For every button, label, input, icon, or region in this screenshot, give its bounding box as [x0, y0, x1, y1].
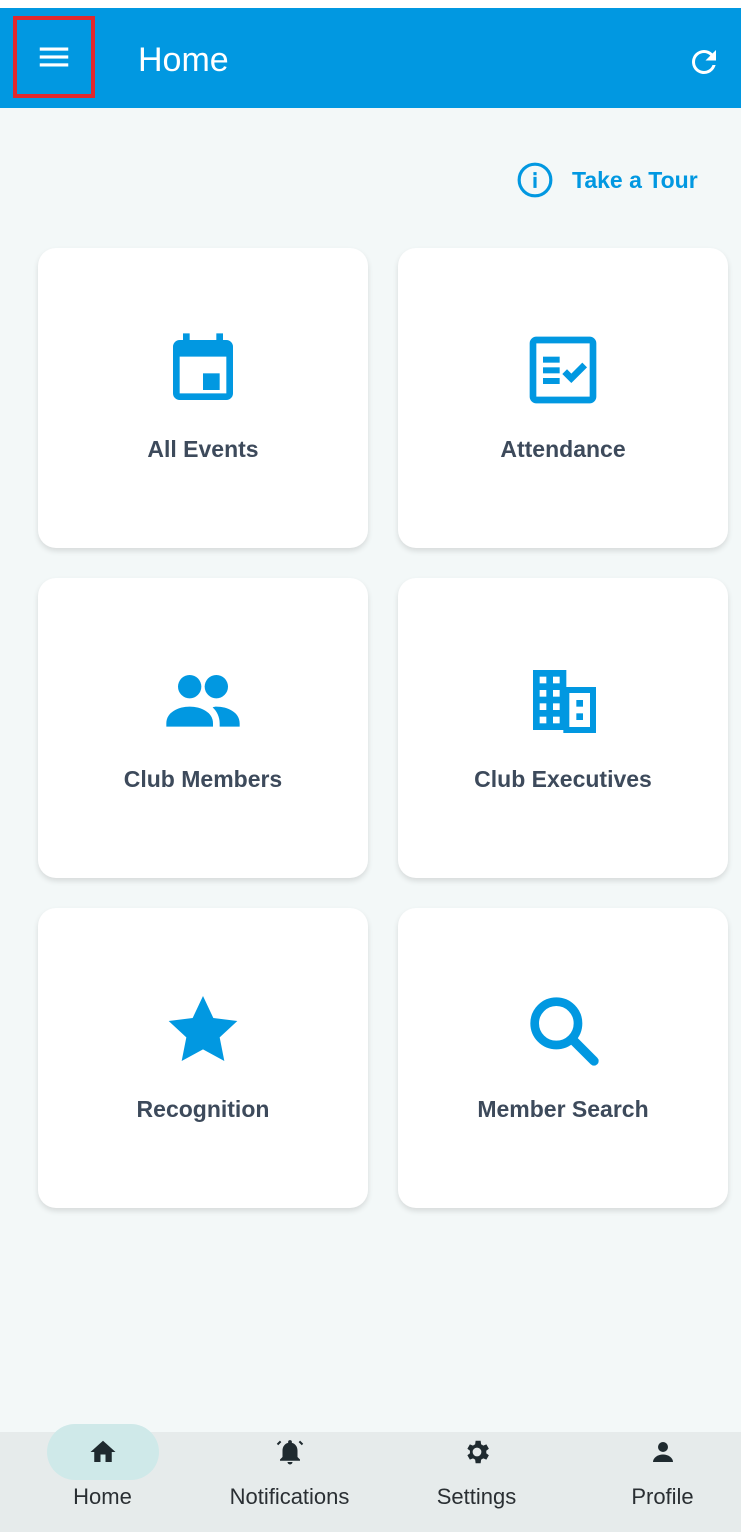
bell-icon	[276, 1440, 303, 1465]
gear-icon	[466, 1440, 489, 1464]
page-title: Home	[138, 41, 229, 79]
refresh-icon[interactable]	[686, 44, 722, 80]
nav-notifications-pill	[234, 1424, 346, 1480]
calendar-icon	[173, 333, 233, 400]
building-icon	[533, 670, 596, 733]
checklist-icon	[529, 336, 597, 404]
menu-button[interactable]	[13, 16, 95, 98]
nav-label: Notifications	[229, 1484, 350, 1509]
star-icon	[168, 996, 238, 1061]
card-recognition[interactable]: Recognition	[38, 908, 368, 1208]
card-member-search[interactable]: Member Search	[398, 908, 728, 1208]
card-attendance[interactable]: Attendance	[398, 248, 728, 548]
nav-settings-pill	[421, 1424, 533, 1480]
nav-settings[interactable]: Settings	[384, 1432, 569, 1532]
card-club-executives[interactable]: Club Executives	[398, 578, 728, 878]
card-label: Member Search	[477, 1096, 649, 1122]
card-label: Recognition	[136, 1096, 270, 1122]
card-club-members[interactable]: Club Members	[38, 578, 368, 878]
nav-home[interactable]: Home	[10, 1424, 195, 1532]
card-label: All Events	[147, 436, 259, 462]
nav-profile-pill	[607, 1424, 719, 1480]
card-all-events[interactable]: All Events	[38, 248, 368, 548]
nav-home-pill	[46, 1424, 159, 1480]
take-a-tour-label: Take a Tour	[572, 166, 698, 193]
app-bar: Home	[0, 0, 741, 108]
info-icon	[517, 162, 553, 198]
nav-notifications[interactable]: Notifications	[197, 1432, 382, 1532]
hamburger-menu-icon	[39, 47, 69, 67]
people-icon	[166, 675, 240, 727]
nav-label: Settings	[436, 1484, 517, 1509]
card-label: Club Executives	[474, 766, 652, 792]
nav-label: Home	[73, 1484, 132, 1509]
search-icon	[530, 997, 599, 1066]
card-label: Club Members	[123, 766, 283, 792]
bottom-navigation: Home Notifications Settings Profile	[0, 1424, 741, 1532]
nav-label: Profile	[631, 1484, 694, 1509]
card-label: Attendance	[500, 436, 626, 462]
person-icon	[652, 1442, 673, 1462]
nav-profile[interactable]: Profile	[570, 1432, 741, 1532]
take-a-tour-link[interactable]: Take a Tour	[516, 160, 698, 200]
home-icon	[90, 1440, 115, 1462]
status-strip	[0, 0, 741, 8]
